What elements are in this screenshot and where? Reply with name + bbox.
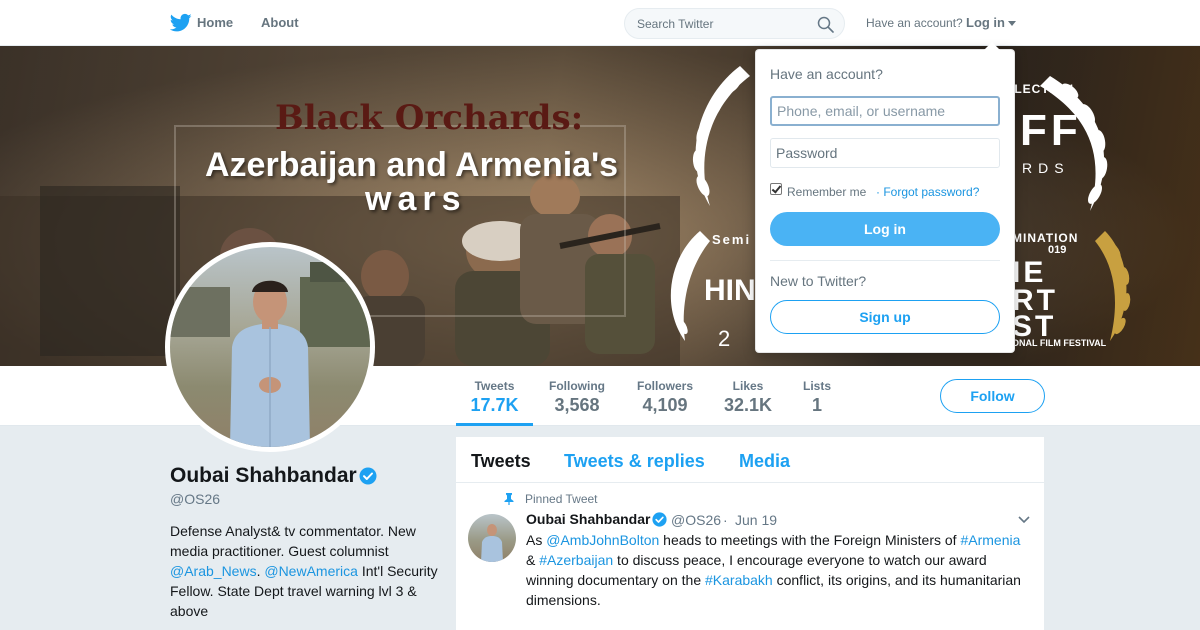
festival-text: Semi <box>712 232 752 247</box>
festival-text: FF <box>1020 106 1082 155</box>
banner-title-line3: wars <box>365 180 467 218</box>
stat-label: Following <box>549 379 605 393</box>
tweet-avatar[interactable] <box>468 514 516 562</box>
new-to-twitter-text: New to Twitter? <box>770 273 867 289</box>
stat-label: Followers <box>636 379 693 393</box>
tab-tweets-replies[interactable]: Tweets & replies <box>564 451 705 472</box>
stat-value: 3,568 <box>554 395 600 415</box>
divider <box>770 260 1000 261</box>
signup-button[interactable]: Sign up <box>770 300 1000 334</box>
stat-followers[interactable]: Followers 4,109 <box>630 366 700 426</box>
top-nav: Home About Have an account? Log in <box>0 0 1200 46</box>
profile-handle[interactable]: @OS26 <box>170 491 220 507</box>
stat-value: 32.1K <box>723 395 773 415</box>
nav-home-link[interactable]: Home <box>197 15 233 30</box>
have-account-text: Have an account? <box>866 16 963 30</box>
stat-value: 4,109 <box>642 395 688 415</box>
festival-text: RDS <box>1022 160 1070 176</box>
festival-text: 2 <box>718 326 731 351</box>
tab-tweets[interactable]: Tweets <box>471 451 531 472</box>
login-dropdown: Have an account? Remember me · Forgot pa… <box>755 42 1015 353</box>
stat-lists[interactable]: Lists 1 <box>796 366 838 426</box>
login-button[interactable]: Log in <box>770 212 1000 246</box>
stat-value: 1 <box>811 395 822 415</box>
search-icon[interactable] <box>817 16 834 33</box>
nav-login-link[interactable]: Log in <box>966 15 1005 30</box>
pin-icon <box>504 493 514 505</box>
banner-title-line1: Black Orchards: <box>275 98 584 138</box>
stat-value: 17.7K <box>470 395 519 415</box>
festival-text: MINATION <box>1012 231 1079 245</box>
tweet-hashtag-link[interactable]: #Azerbaijan <box>539 552 613 568</box>
avatar-person-icon <box>481 524 503 562</box>
tweet-date[interactable]: Jun 19 <box>735 512 777 528</box>
timeline: Tweets Tweets & replies Media Pinned Twe… <box>456 437 1044 630</box>
avatar-photo <box>170 247 370 447</box>
stat-label: Tweets <box>474 379 515 393</box>
festival-text: ONAL FILM FESTIVAL <box>1012 338 1107 348</box>
nav-about-link[interactable]: About <box>261 15 299 30</box>
remember-me-label[interactable]: Remember me <box>787 185 866 199</box>
chevron-down-icon[interactable] <box>1008 21 1016 26</box>
stat-label: Lists <box>802 379 831 393</box>
tweet-hashtag-link[interactable]: #Armenia <box>960 532 1020 548</box>
tweet-separator: · <box>723 512 728 528</box>
festival-text: 019 <box>1048 244 1067 256</box>
password-input[interactable] <box>770 138 1000 168</box>
twitter-bird-icon[interactable] <box>170 13 192 33</box>
tweet-author-name[interactable]: Oubai Shahbandar <box>526 511 650 527</box>
search-box[interactable] <box>624 8 845 39</box>
username-input[interactable] <box>770 96 1000 126</box>
chevron-down-icon[interactable] <box>1018 516 1030 524</box>
bio-mention-link[interactable]: @NewAmerica <box>264 563 358 579</box>
tweet-author-handle[interactable]: @OS26 <box>671 512 721 528</box>
tweet-text-part: heads to meetings with the Foreign Minis… <box>659 532 961 548</box>
stat-following[interactable]: Following 3,568 <box>542 366 612 426</box>
bio-text: Defense Analyst& tv commentator. New med… <box>170 523 416 559</box>
bio-mention-link[interactable]: @Arab_News <box>170 563 257 579</box>
login-heading: Have an account? <box>770 66 883 82</box>
tab-media[interactable]: Media <box>739 451 790 472</box>
follow-button[interactable]: Follow <box>940 379 1045 413</box>
forgot-password-link[interactable]: · Forgot password? <box>876 185 979 199</box>
tweet-hashtag-link[interactable]: #Karabakh <box>705 572 773 588</box>
stat-tweets[interactable]: Tweets 17.7K <box>456 366 533 426</box>
dropdown-arrow <box>984 42 1000 50</box>
tweet-text-part: & <box>526 552 540 568</box>
profile-bio: Defense Analyst& tv commentator. New med… <box>170 521 440 621</box>
pinned-tweet-label: Pinned Tweet <box>525 492 598 506</box>
search-input[interactable] <box>637 17 807 31</box>
profile-avatar[interactable] <box>165 242 375 452</box>
verified-badge-icon <box>359 467 377 485</box>
avatar-person-icon <box>170 262 370 447</box>
stat-label: Likes <box>732 379 764 393</box>
stat-likes[interactable]: Likes 32.1K <box>718 366 778 426</box>
festival-text: HIN <box>704 274 756 307</box>
tweet-text-part: As <box>526 532 547 548</box>
timeline-tabs: Tweets Tweets & replies Media <box>456 437 1044 483</box>
tweet-text: As @AmbJohnBolton heads to meetings with… <box>526 530 1031 610</box>
verified-badge-icon <box>652 512 667 527</box>
tweet-mention-link[interactable]: @AmbJohnBolton <box>546 532 659 548</box>
profile-name[interactable]: Oubai Shahbandar <box>170 464 357 488</box>
remember-me-checkbox[interactable] <box>770 183 782 195</box>
